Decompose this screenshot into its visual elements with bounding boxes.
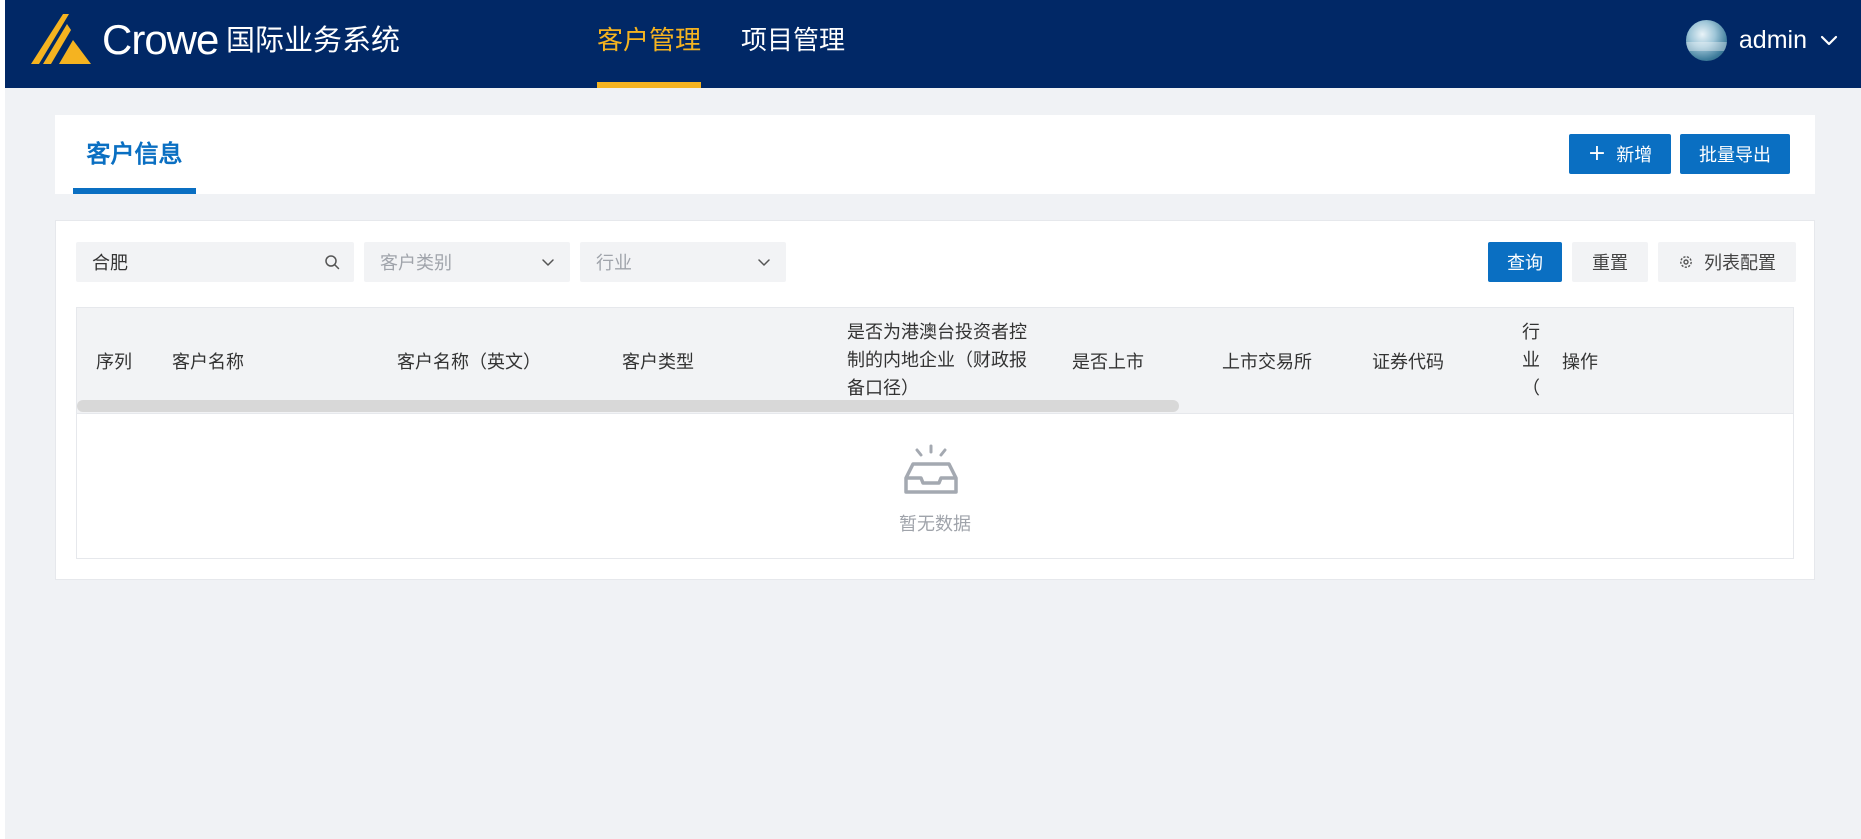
- nav-tab-label: 客户管理: [597, 26, 702, 56]
- nav-tab-customer-management[interactable]: 客户管理: [597, 0, 702, 88]
- column-header-security-code: 证券代码: [1372, 352, 1444, 373]
- horizontal-scrollbar[interactable]: [77, 400, 1179, 412]
- query-button[interactable]: 查询: [1488, 242, 1562, 282]
- chevron-down-icon: [1820, 35, 1838, 46]
- nav-active-underline: [597, 82, 702, 88]
- column-header-industry: 行业（: [1522, 322, 1540, 399]
- user-menu[interactable]: admin: [1685, 18, 1839, 62]
- tab-customer-info[interactable]: 客户信息: [73, 115, 196, 194]
- customer-list-card: 合肥 客户类别 行业 查询 重置 列表配置 序列 客户名称 客户名称（英文） 客…: [55, 220, 1815, 580]
- empty-state: 暂无数据: [77, 414, 1793, 558]
- page-title: 客户信息: [86, 140, 183, 168]
- add-button[interactable]: + 新增: [1569, 134, 1671, 174]
- empty-inbox-icon: [904, 444, 958, 494]
- column-header-index: 序列: [96, 352, 132, 373]
- nav-tab-project-management[interactable]: 项目管理: [741, 0, 845, 88]
- add-button-label: 新增: [1616, 145, 1653, 166]
- column-header-is-listed: 是否上市: [1072, 352, 1144, 373]
- batch-export-label: 批量导出: [1699, 145, 1771, 166]
- query-button-label: 查询: [1507, 253, 1543, 274]
- logo-word: Crowe: [102, 16, 219, 63]
- customer-table: 序列 客户名称 客户名称（英文） 客户类型 是否为港澳台投资者控制的内地企业（财…: [76, 307, 1794, 559]
- column-config-label: 列表配置: [1704, 253, 1776, 274]
- column-header-customer-type: 客户类型: [622, 352, 694, 373]
- system-name: 国际业务系统: [226, 23, 401, 57]
- left-edge: [0, 0, 5, 839]
- column-header-customer-name-en: 客户名称（英文）: [397, 352, 541, 373]
- empty-state-text: 暂无数据: [899, 514, 971, 535]
- reset-button-label: 重置: [1592, 253, 1628, 274]
- industry-placeholder: 行业: [596, 253, 632, 274]
- search-input-value: 合肥: [92, 253, 128, 274]
- customer-category-select[interactable]: 客户类别: [364, 242, 570, 282]
- reset-button[interactable]: 重置: [1572, 242, 1648, 282]
- user-name: admin: [1738, 25, 1807, 54]
- chevron-down-icon: [542, 259, 554, 266]
- table-header: 序列 客户名称 客户名称（英文） 客户类型 是否为港澳台投资者控制的内地企业（财…: [77, 308, 1793, 414]
- column-header-stock-exchange: 上市交易所: [1222, 352, 1312, 373]
- crowe-logo-icon: [31, 14, 91, 64]
- industry-select[interactable]: 行业: [580, 242, 786, 282]
- top-header: Crowe 国际业务系统 客户管理 项目管理 admin: [5, 0, 1861, 88]
- search-input[interactable]: 合肥: [76, 242, 354, 282]
- chevron-down-icon: [758, 259, 770, 266]
- search-icon: [325, 255, 340, 270]
- batch-export-button[interactable]: 批量导出: [1680, 134, 1790, 174]
- customer-category-placeholder: 客户类别: [380, 253, 452, 274]
- plus-icon: +: [1587, 141, 1607, 166]
- tab-active-underline: [73, 188, 196, 194]
- column-header-customer-name: 客户名称: [172, 352, 244, 373]
- column-config-button[interactable]: 列表配置: [1658, 242, 1796, 282]
- column-header-hk-macao-taiwan-controlled: 是否为港澳台投资者控制的内地企业（财政报备口径）: [847, 322, 1027, 399]
- page-title-card: 客户信息 + 新增 批量导出: [55, 115, 1815, 194]
- column-header-actions: 操作: [1562, 352, 1598, 373]
- avatar: [1685, 19, 1727, 61]
- nav-tab-label: 项目管理: [741, 26, 846, 56]
- gear-icon: [1680, 256, 1692, 268]
